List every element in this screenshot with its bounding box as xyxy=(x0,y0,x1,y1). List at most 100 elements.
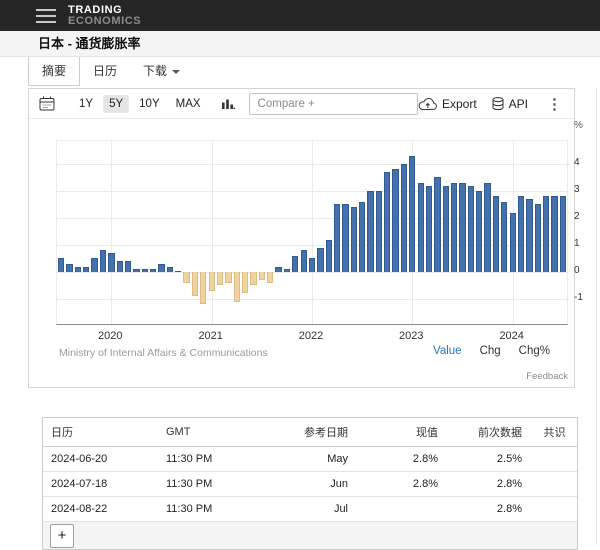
export-label: Export xyxy=(442,97,477,111)
bar-2019-12 xyxy=(100,250,106,272)
range-selector: 1Y 5Y 10Y MAX xyxy=(71,95,209,113)
source-attribution: Ministry of Internal Affairs & Communica… xyxy=(59,347,268,359)
chevron-down-icon xyxy=(172,70,180,74)
bar-2020-09 xyxy=(175,271,181,272)
col-header-gmt: GMT xyxy=(158,418,268,447)
bar-2020-02 xyxy=(117,261,123,272)
table-row: 2024-07-18 11:30 PM Jun 2.8% 2.8% xyxy=(43,472,577,497)
api-button[interactable]: API xyxy=(492,97,528,111)
brand-logo[interactable]: TRADING ECONOMICS xyxy=(68,5,141,26)
bar-2020-08 xyxy=(167,267,173,272)
toggle-value[interactable]: Value xyxy=(433,345,462,357)
bar-chart-type-icon[interactable] xyxy=(221,97,235,111)
bar-2021-02 xyxy=(217,272,223,286)
bar-2020-03 xyxy=(125,261,131,272)
brand-top: TRADING xyxy=(68,5,141,16)
range-max-button[interactable]: MAX xyxy=(170,95,207,113)
bar-2021-03 xyxy=(225,272,231,283)
x-axis-year-label: 2020 xyxy=(90,330,130,342)
bar-2023-07 xyxy=(459,183,465,272)
bar-2019-09 xyxy=(75,267,81,272)
bar-2023-05 xyxy=(443,186,449,272)
bar-2020-11 xyxy=(192,272,198,296)
table-header-row: 日历 GMT 参考日期 现值 前次数据 共识 xyxy=(43,418,577,447)
table-footer: + xyxy=(43,522,577,549)
toggle-chg-pct[interactable]: Chg% xyxy=(519,345,550,357)
col-header-reference: 参考日期 xyxy=(268,418,358,447)
range-10y-button[interactable]: 10Y xyxy=(133,95,165,113)
bar-2021-05 xyxy=(242,272,248,294)
cell-reference: Jul xyxy=(268,497,358,522)
bar-2022-06 xyxy=(351,207,357,272)
bar-2023-12 xyxy=(501,202,507,272)
tab-summary[interactable]: 摘要 xyxy=(28,57,80,86)
scrollbar-track[interactable] xyxy=(596,88,597,544)
range-1y-button[interactable]: 1Y xyxy=(73,95,99,113)
col-header-actual: 现值 xyxy=(358,418,448,447)
cell-actual xyxy=(358,497,448,522)
tab-download[interactable]: 下载 xyxy=(130,57,193,86)
bar-2021-07 xyxy=(259,272,265,280)
tab-row: 摘要 日历 下载 xyxy=(0,57,600,86)
database-icon xyxy=(492,97,504,111)
hamburger-menu-icon[interactable] xyxy=(36,9,56,23)
cell-gmt: 11:30 PM xyxy=(158,447,268,472)
bar-2022-11 xyxy=(392,169,398,272)
bar-2019-11 xyxy=(91,258,97,272)
page-title: 日本 - 通货膨胀率 xyxy=(0,31,600,56)
v-gridline xyxy=(212,141,213,324)
bar-2022-02 xyxy=(317,248,323,272)
tab-calendar[interactable]: 日历 xyxy=(80,57,130,86)
col-header-date: 日历 xyxy=(43,418,158,447)
page: TRADING ECONOMICS 日本 - 通货膨胀率 摘要 日历 下载 xyxy=(0,0,600,544)
cell-gmt: 11:30 PM xyxy=(158,472,268,497)
bar-2022-12 xyxy=(401,164,407,272)
export-button[interactable]: Export xyxy=(418,97,477,111)
calendar-table: 日历 GMT 参考日期 现值 前次数据 共识 2024-06-20 11:30 … xyxy=(42,417,578,550)
bar-2024-01 xyxy=(510,213,516,272)
x-axis-year-label: 2024 xyxy=(492,330,532,342)
title-bar: 日本 - 通货膨胀率 xyxy=(0,31,600,57)
bar-2020-12 xyxy=(200,272,206,304)
cell-gmt: 11:30 PM xyxy=(158,497,268,522)
bar-2020-06 xyxy=(150,269,156,272)
plot-area[interactable] xyxy=(56,140,568,325)
bar-2021-10 xyxy=(284,269,290,272)
bar-2021-01 xyxy=(209,272,215,291)
x-axis-year-label: 2022 xyxy=(291,330,331,342)
bar-2019-08 xyxy=(66,264,72,272)
bar-2023-08 xyxy=(468,186,474,272)
toggle-chg[interactable]: Chg xyxy=(480,345,501,357)
bar-2021-09 xyxy=(275,267,281,272)
cell-previous: 2.8% xyxy=(448,472,532,497)
table-row: 2024-08-22 11:30 PM Jul 2.8% xyxy=(43,497,577,522)
bar-2023-06 xyxy=(451,183,457,272)
bar-2023-10 xyxy=(484,183,490,272)
chart-panel: 1Y 5Y 10Y MAX xyxy=(28,88,575,388)
chart-region: % Ministry of Internal Affairs & Communi… xyxy=(29,119,574,387)
bar-2021-04 xyxy=(234,272,240,302)
cell-date: 2024-08-22 xyxy=(43,497,158,522)
bar-2024-02 xyxy=(518,196,524,272)
bar-2019-10 xyxy=(83,267,89,272)
bar-2022-03 xyxy=(326,240,332,272)
col-header-previous: 前次数据 xyxy=(448,418,532,447)
compare-input[interactable] xyxy=(249,93,418,115)
app-header: TRADING ECONOMICS xyxy=(0,0,600,31)
more-options-icon[interactable]: ⋮ xyxy=(543,95,566,113)
bar-2024-04 xyxy=(535,204,541,272)
bar-2020-01 xyxy=(108,253,114,272)
range-5y-button[interactable]: 5Y xyxy=(103,95,129,113)
cell-previous: 2.5% xyxy=(448,447,532,472)
brand-bottom: ECONOMICS xyxy=(68,16,141,27)
x-axis-year-label: 2023 xyxy=(391,330,431,342)
value-toggle-group: Value Chg Chg% xyxy=(433,345,550,357)
bar-2022-09 xyxy=(376,191,382,272)
bar-2023-09 xyxy=(476,191,482,272)
feedback-link[interactable]: Feedback xyxy=(526,371,568,382)
bar-2020-07 xyxy=(158,264,164,272)
v-gridline xyxy=(312,141,313,324)
x-axis-year-label: 2021 xyxy=(191,330,231,342)
calendar-icon[interactable] xyxy=(39,96,55,111)
bar-2020-04 xyxy=(133,269,139,272)
